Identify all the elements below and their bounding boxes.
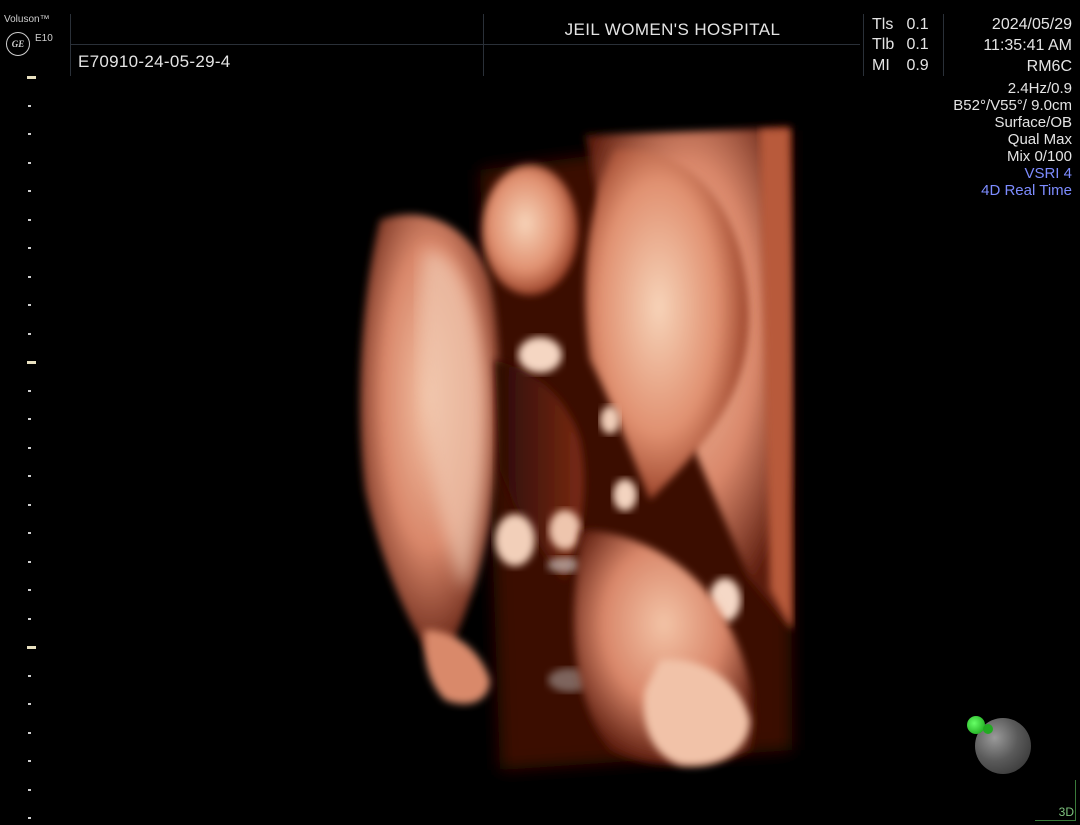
depth-tick: [28, 190, 31, 192]
index-mi: MI 0.9: [872, 57, 929, 75]
index-value: 0.9: [906, 57, 929, 74]
depth-tick: [28, 389, 31, 392]
exam-time: 11:35:41 AM: [983, 37, 1072, 54]
depth-tick: [28, 446, 31, 449]
header-divider: [70, 44, 860, 45]
depth-tick: [28, 560, 31, 563]
patient-id: E70910-24-05-29-4: [78, 52, 231, 71]
header-divider: [863, 14, 864, 76]
depth-tick: [28, 589, 31, 591]
param-vsri: VSRI 4: [1024, 165, 1072, 182]
index-tib: Tlb 0.1: [872, 36, 929, 54]
depth-tick: [28, 503, 31, 506]
depth-tick: [28, 161, 31, 164]
index-key: Tls: [872, 16, 894, 33]
param-quality: Qual Max: [1007, 131, 1072, 148]
depth-tick: [28, 275, 31, 278]
depth-tick: [28, 104, 31, 107]
depth-tick: [28, 817, 31, 819]
device-model: E10: [35, 33, 53, 44]
index-key: MI: [872, 57, 890, 74]
header-divider: [483, 14, 484, 76]
depth-tick: [28, 475, 31, 477]
device-brand: Voluson™: [4, 14, 50, 25]
probe-name: RM6C: [1026, 58, 1072, 75]
index-value: 0.1: [906, 16, 929, 33]
param-mix: Mix 0/100: [1006, 148, 1072, 165]
index-value: 0.1: [906, 36, 929, 53]
depth-tick: [28, 133, 31, 135]
header-bar: Voluson™ GE E10 E70910-24-05-29-4 JEIL W…: [0, 0, 1080, 78]
depth-tick: [28, 674, 31, 677]
orientation-marker-icon: [967, 716, 985, 734]
header-divider: [70, 14, 71, 76]
depth-tick: [28, 218, 31, 221]
depth-tick: [28, 304, 31, 306]
depth-tick: [28, 617, 31, 620]
depth-tick-major: [27, 76, 36, 79]
depth-tick: [28, 703, 31, 705]
depth-tick: [28, 532, 31, 534]
depth-tick: [28, 731, 31, 734]
hospital-name: JEIL WOMEN'S HOSPITAL: [564, 20, 781, 39]
ultrasound-3d-render: [360, 128, 792, 770]
param-angles-depth: B52°/V55°/ 9.0cm: [953, 97, 1072, 114]
depth-tick: [28, 788, 31, 791]
ge-logo-icon: GE: [6, 32, 30, 56]
orientation-marker-icon: [983, 724, 993, 734]
depth-tick: [28, 418, 31, 420]
depth-tick: [28, 332, 31, 335]
depth-tick: [28, 760, 31, 762]
index-tis: Tls 0.1: [872, 16, 929, 34]
exam-date: 2024/05/29: [991, 16, 1072, 33]
depth-tick: [28, 247, 31, 249]
depth-tick-major: [27, 646, 36, 649]
param-4d-mode: 4D Real Time: [981, 182, 1072, 199]
depth-tick-major: [27, 361, 36, 364]
view-mode-label: 3D: [1058, 805, 1074, 819]
index-key: Tlb: [872, 36, 895, 53]
param-frequency: 2.4Hz/0.9: [1007, 80, 1072, 97]
param-render-mode: Surface/OB: [994, 114, 1072, 131]
